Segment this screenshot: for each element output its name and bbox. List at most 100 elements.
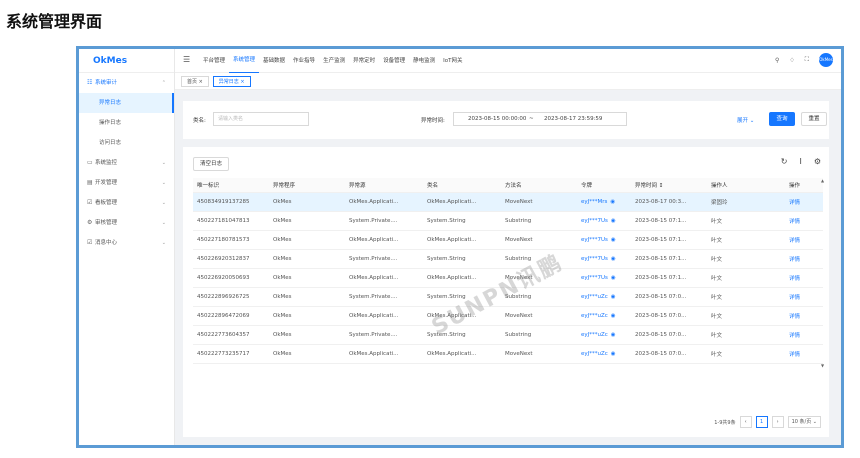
detail-link[interactable]: 详情 [785, 325, 823, 345]
tab-exception-log[interactable]: 异常日志 × [212, 75, 251, 87]
current-page[interactable]: 1 [755, 416, 768, 428]
expand-toggle[interactable]: 展开 ⌄ [737, 116, 754, 124]
table-cell: System.String [423, 287, 501, 307]
table-cell: System.Private.... [345, 211, 423, 231]
column-height-icon[interactable]: Ι [799, 157, 801, 166]
detail-link[interactable]: 详情 [785, 230, 823, 250]
eye-icon[interactable]: ◉ [611, 275, 616, 281]
detail-link[interactable]: 详情 [785, 287, 823, 307]
sidebar-menu-2[interactable]: ▤ 开发管理 ⌄ [79, 173, 174, 193]
eye-icon[interactable]: ◉ [611, 313, 616, 319]
refresh-icon[interactable]: ↻ [781, 157, 788, 166]
table-row[interactable]: 450222773235717 OkMes OkMes.Applicati... Ok… [193, 344, 823, 364]
table-cell: 450226920050693 [193, 268, 269, 288]
table-cell: OkMes [269, 325, 345, 345]
detail-link[interactable]: 详情 [785, 306, 823, 326]
table-row[interactable]: 450222896926725 OkMes System.Private.... Sy… [193, 287, 823, 307]
eye-icon[interactable]: ◉ [611, 237, 616, 243]
sidebar: OkMes ☷ 系统审计 ⌃ 异常日志 操作日志 访问日志 ▭ 系统监控 ⌄ ▤ 开发管理 ⌄ ☑ 看板管… [79, 49, 175, 445]
search-icon[interactable]: ⚲ [775, 57, 779, 64]
detail-link[interactable]: 详情 [785, 249, 823, 269]
table-scrollbar[interactable]: ▲ ▼ [821, 178, 825, 368]
sidebar-menu-1[interactable]: ▭ 系统监控 ⌄ [79, 153, 174, 173]
search-button[interactable]: 查询 [769, 112, 795, 126]
eye-icon[interactable]: ◉ [611, 351, 616, 357]
settings-icon[interactable]: ⚙ [814, 157, 821, 166]
table-cell: eyJ***7Us ◉ [577, 230, 631, 250]
sidebar-menu-0[interactable]: ☷ 系统审计 ⌃ [79, 73, 174, 93]
eye-icon[interactable]: ◉ [611, 332, 616, 338]
fullscreen-icon[interactable]: ⛶ [805, 56, 809, 64]
table-cell: 450222773235717 [193, 344, 269, 364]
table-cell: 2023-08-15 07:1... [631, 249, 707, 269]
menu-icon: ▭ [87, 159, 93, 166]
menu-icon: ☷ [87, 79, 93, 86]
eye-icon[interactable]: ◉ [610, 199, 615, 205]
app-window: OkMes ☷ 系统审计 ⌃ 异常日志 操作日志 访问日志 ▭ 系统监控 ⌄ ▤ 开发管理 ⌄ ☑ 看板管… [76, 46, 844, 448]
reset-button[interactable]: 重置 [801, 112, 827, 126]
table-cell: OkMes.Applicati... [345, 344, 423, 364]
eye-icon[interactable]: ◉ [611, 218, 616, 224]
table-row[interactable]: 450834919137285 OkMes OkMes.Applicati... Ok… [193, 192, 823, 212]
menu-icon: ☑ [87, 199, 93, 206]
column-header-6[interactable]: 异常时间 ↕ [631, 178, 707, 193]
table-cell: 叶文 [707, 306, 785, 326]
table-cell: OkMes.Applicati... [423, 306, 501, 326]
table-cell: 叶文 [707, 211, 785, 231]
table-cell: 叶文 [707, 230, 785, 250]
table-row[interactable]: 450222773604357 OkMes System.Private.... Sy… [193, 325, 823, 345]
sidebar-menu-5[interactable]: ☑ 消息中心 ⌄ [79, 233, 174, 253]
nav-item-8[interactable]: IoT网关 [439, 49, 466, 73]
table-row[interactable]: 450226920050693 OkMes OkMes.Applicati... Ok… [193, 268, 823, 288]
table-row[interactable]: 450222896472069 OkMes OkMes.Applicati... Ok… [193, 306, 823, 326]
table-cell: OkMes [269, 344, 345, 364]
nav-item-7[interactable]: 静电监测 [409, 49, 439, 73]
top-bar: ☰ 平台管理 系统管理 基础数据 作业指导 生产监测 异常定时 设备管理 静电监测 IoT网关 … [175, 49, 841, 73]
detail-link[interactable]: 详情 [785, 192, 823, 212]
table-cell: OkMes [269, 192, 345, 212]
table-cell: MoveNext [501, 268, 577, 288]
detail-link[interactable]: 详情 [785, 211, 823, 231]
sidebar-menu-4[interactable]: ⚙ 审核管理 ⌄ [79, 213, 174, 233]
table-cell: eyJ***uZc ◉ [577, 325, 631, 345]
table-row[interactable]: 450227180781573 OkMes OkMes.Applicati... Ok… [193, 230, 823, 250]
date-range-picker[interactable]: 2023-08-15 00:00:00 ~ 2023-08-17 23:59:5… [453, 112, 627, 126]
table-row[interactable]: 450226920312837 OkMes System.Private.... Sy… [193, 249, 823, 269]
tab-bar: 首页 × 异常日志 × [175, 73, 841, 90]
table-cell: System.String [423, 211, 501, 231]
sidebar-menu-3[interactable]: ☑ 看板管理 ⌄ [79, 193, 174, 213]
column-header-4: 方法名 [501, 178, 577, 193]
clear-log-button[interactable]: 清空日志 [193, 157, 229, 171]
table-cell: OkMes [269, 211, 345, 231]
tab-home[interactable]: 首页 × [181, 75, 209, 87]
detail-link[interactable]: 详情 [785, 268, 823, 288]
eye-icon[interactable]: ◉ [611, 294, 616, 300]
sidebar-sub-item-2[interactable]: 访问日志 [79, 133, 174, 153]
page-heading: 系统管理界面 [6, 12, 103, 31]
table-cell: eyJ***7Us ◉ [577, 211, 631, 231]
nav-item-2[interactable]: 基础数据 [259, 49, 289, 73]
page-size-select[interactable]: 10 条/页 ⌄ [787, 416, 821, 428]
table-cell: OkMes.Applicati... [345, 192, 423, 212]
table-row[interactable]: 450227181047813 OkMes System.Private.... Sy… [193, 211, 823, 231]
avatar[interactable]: OkMes [819, 53, 833, 67]
table-cell: OkMes.Applicati... [423, 192, 501, 212]
next-page-button[interactable]: › [771, 416, 784, 428]
table-cell: 叶文 [707, 287, 785, 307]
bell-icon[interactable]: ♢ [789, 57, 794, 64]
menu-fold-icon[interactable]: ☰ [183, 55, 190, 64]
nav-item-5[interactable]: 异常定时 [349, 49, 379, 73]
nav-item-0[interactable]: 平台管理 [199, 49, 229, 73]
prev-page-button[interactable]: ‹ [739, 416, 752, 428]
detail-link[interactable]: 详情 [785, 344, 823, 364]
sidebar-sub-item-0[interactable]: 异常日志 [79, 93, 174, 113]
nav-item-4[interactable]: 生产监测 [319, 49, 349, 73]
sidebar-sub-item-1[interactable]: 操作日志 [79, 113, 174, 133]
exception-log-table: 唯一标识 异常程序 异常源 类名 方法名 令牌 异常时间 ↕ 操作人 操作 4508349191… [193, 178, 823, 364]
nav-item-6[interactable]: 设备管理 [379, 49, 409, 73]
menu-label: 看板管理 [95, 200, 118, 206]
class-name-input[interactable]: 请输入类名 [213, 112, 309, 126]
nav-item-3[interactable]: 作业指导 [289, 49, 319, 73]
nav-item-1[interactable]: 系统管理 [229, 49, 260, 73]
eye-icon[interactable]: ◉ [611, 256, 616, 262]
